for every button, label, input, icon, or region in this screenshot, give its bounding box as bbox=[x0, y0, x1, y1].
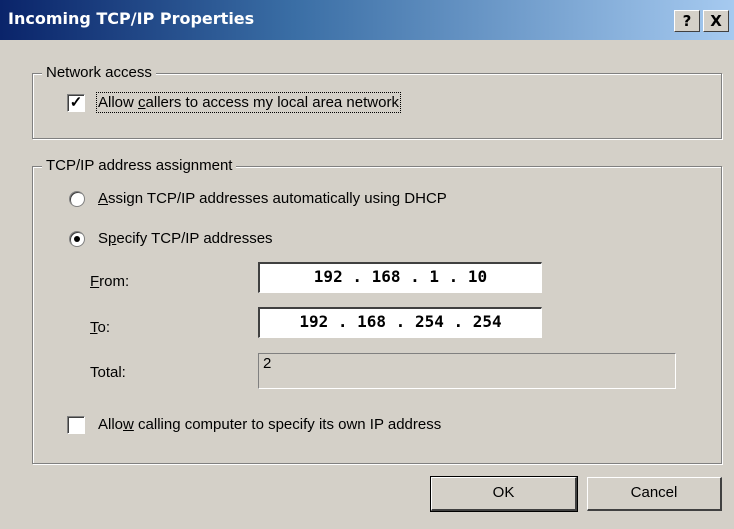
allow-callers-checkbox[interactable]: ✓ bbox=[67, 94, 85, 112]
help-icon: ? bbox=[682, 12, 692, 30]
ok-button[interactable]: OK bbox=[430, 476, 578, 512]
radio-selected-dot bbox=[74, 236, 80, 242]
dhcp-radio[interactable] bbox=[69, 191, 85, 207]
allow-own-ip-checkbox[interactable] bbox=[67, 416, 85, 434]
cancel-button[interactable]: Cancel bbox=[587, 477, 722, 511]
help-button[interactable]: ? bbox=[674, 10, 700, 32]
address-assignment-legend: TCP/IP address assignment bbox=[42, 157, 237, 174]
total-field: 2 bbox=[258, 353, 676, 389]
specify-addresses-radio[interactable] bbox=[69, 231, 85, 247]
to-ip-field[interactable]: 192 . 168 . 254 . 254 bbox=[258, 307, 542, 338]
allow-callers-label[interactable]: Allow callers to access my local area ne… bbox=[96, 92, 401, 113]
window-title: Incoming TCP/IP Properties bbox=[8, 9, 255, 28]
title-bar[interactable]: Incoming TCP/IP Properties ? X bbox=[0, 0, 734, 40]
close-icon: X bbox=[710, 12, 722, 30]
allow-own-ip-label[interactable]: Allow calling computer to specify its ow… bbox=[98, 416, 441, 433]
total-label: Total: bbox=[90, 364, 126, 381]
dhcp-radio-label[interactable]: Assign TCP/IP addresses automatically us… bbox=[98, 190, 447, 207]
to-label: To: bbox=[90, 319, 111, 336]
close-button[interactable]: X bbox=[703, 10, 729, 32]
checkmark-icon: ✓ bbox=[69, 94, 83, 111]
specify-addresses-label[interactable]: Specify TCP/IP addresses bbox=[98, 230, 273, 247]
from-label: From: bbox=[90, 273, 130, 290]
network-access-legend: Network access bbox=[42, 64, 156, 81]
from-ip-field[interactable]: 192 . 168 . 1 . 10 bbox=[258, 262, 542, 293]
